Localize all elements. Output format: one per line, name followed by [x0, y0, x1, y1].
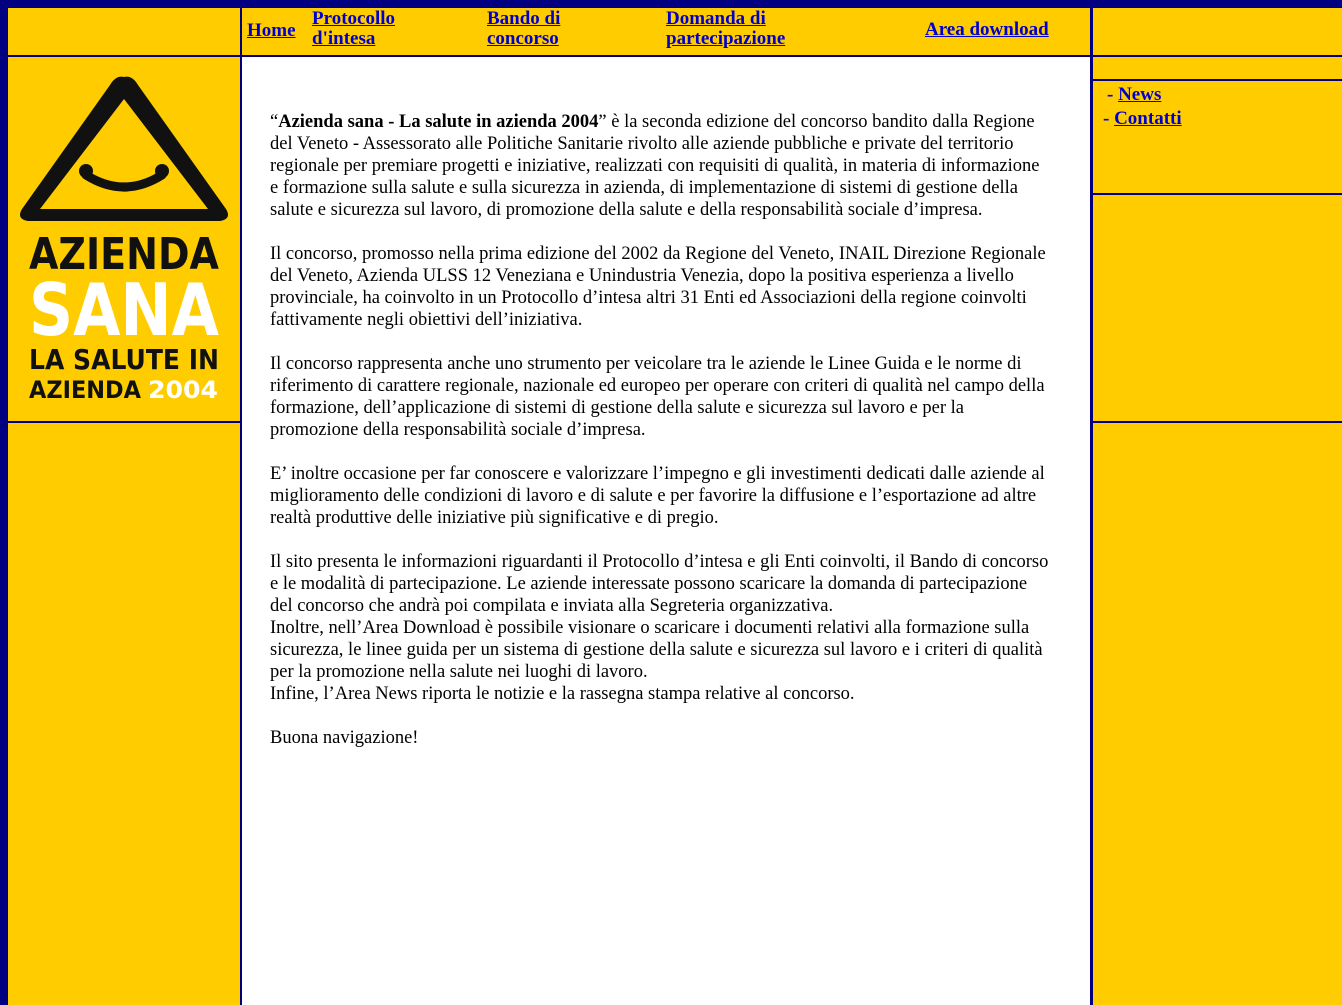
side-news-item: - News	[1107, 84, 1161, 106]
paragraph-5b: Inoltre, nell’Area Download è possibile …	[270, 618, 1043, 682]
paragraph-5: Il sito presenta le informazioni riguard…	[270, 551, 1050, 705]
logo-line-3: LA SALUTE IN	[29, 343, 219, 376]
nav-home-link[interactable]: Home	[247, 21, 296, 41]
contatti-prefix: -	[1103, 108, 1110, 129]
right-top-cell	[1093, 8, 1342, 55]
paragraph-5c: Infine, l’Area News riporta le notizie e…	[270, 684, 855, 704]
left-bottom-cell	[8, 423, 240, 1005]
left-top-cell	[8, 8, 240, 55]
nav-bando-link[interactable]: Bando di concorso	[487, 9, 637, 49]
azienda-sana-logo: AZIENDA SANA LA SALUTE IN AZIENDA 2004	[20, 76, 228, 404]
open-quote: “	[270, 112, 279, 132]
logo-line-4b: 2004	[148, 376, 218, 404]
paragraph-2: Il concorso, promosso nella prima edizio…	[270, 244, 1046, 330]
right-middle-cell	[1093, 195, 1342, 421]
top-navigation: Home Protocollo d'intesa Bando di concor…	[242, 8, 1090, 55]
contatti-link[interactable]: Contatti	[1114, 108, 1182, 129]
paragraph-5a: Il sito presenta le informazioni riguard…	[270, 552, 1049, 616]
nav-protocollo-line2: d'intesa	[312, 28, 376, 49]
nav-protocollo-line1: Protocollo	[312, 8, 396, 29]
nav-bando-line2: concorso	[487, 28, 559, 49]
nav-bando-line1: Bando di	[487, 8, 561, 29]
logo-line-4a: AZIENDA	[29, 376, 141, 404]
nav-domanda-line2: partecipazione	[666, 28, 786, 49]
paragraph-1: “Azienda sana - La salute in azienda 200…	[270, 111, 1050, 221]
logo-cell: AZIENDA SANA LA SALUTE IN AZIENDA 2004	[8, 57, 240, 421]
right-bottom-cell	[1093, 423, 1342, 1005]
paragraph-6: Buona navigazione!	[270, 728, 419, 748]
contest-title: Azienda sana - La salute in azienda 2004	[278, 112, 599, 132]
news-prefix: -	[1107, 84, 1114, 105]
paragraph-4: E’ inoltre occasione per far conoscere e…	[270, 464, 1045, 528]
logo-line-2: SANA	[29, 268, 219, 352]
paragraph-3: Il concorso rappresenta anche uno strume…	[270, 354, 1045, 440]
side-contatti-item: - Contatti	[1103, 108, 1182, 130]
right-spacer-cell	[1093, 57, 1342, 79]
nav-download-link[interactable]: Area download	[925, 20, 1049, 40]
nav-domanda-line1: Domanda di	[666, 8, 766, 29]
news-link[interactable]: News	[1118, 84, 1161, 105]
intro-text: “Azienda sana - La salute in azienda 200…	[270, 111, 1050, 749]
nav-protocollo-link[interactable]: Protocollo d'intesa	[312, 9, 462, 49]
side-links: - News - Contatti	[1093, 81, 1342, 193]
nav-domanda-link[interactable]: Domanda di partecipazione	[666, 9, 866, 49]
main-content-area: “Azienda sana - La salute in azienda 200…	[242, 57, 1090, 1005]
